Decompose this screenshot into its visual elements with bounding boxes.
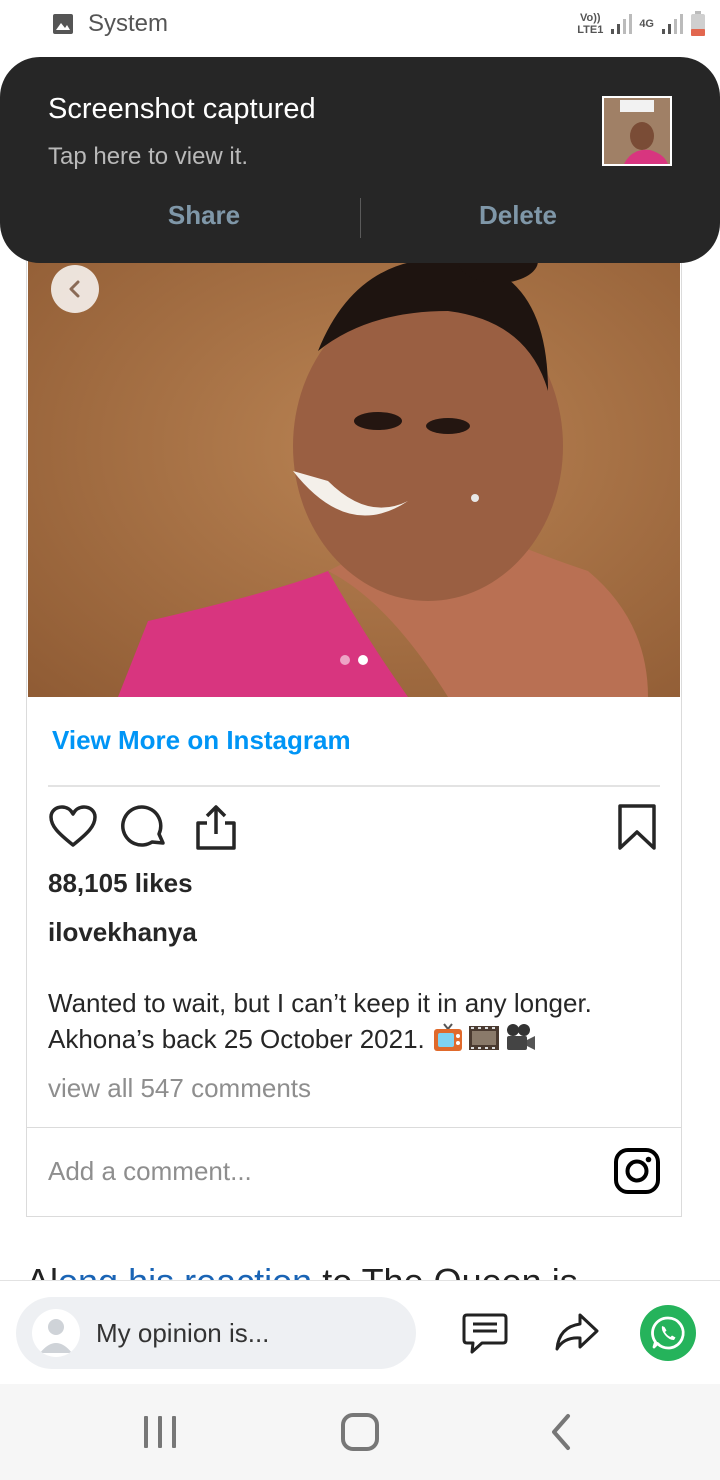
back-icon[interactable] xyxy=(538,1410,586,1454)
delete-button[interactable]: Delete xyxy=(348,200,688,231)
carousel-prev-button[interactable] xyxy=(51,265,99,313)
article-text: Al xyxy=(26,1262,58,1280)
thumbnail-image xyxy=(604,98,670,164)
bookmark-icon[interactable] xyxy=(617,803,657,851)
carousel-dots xyxy=(340,655,368,665)
signal-icon xyxy=(611,14,633,34)
avatar xyxy=(32,1309,80,1357)
whatsapp-button[interactable] xyxy=(640,1305,696,1361)
status-bar: System Vo)) LTE1 4G xyxy=(0,0,720,50)
tv-icon xyxy=(434,1023,463,1051)
carousel-dot xyxy=(340,655,350,665)
forward-share-icon[interactable] xyxy=(552,1307,602,1357)
notification-title: Screenshot captured xyxy=(48,93,316,125)
view-comments-link[interactable]: view all 547 comments xyxy=(48,1073,311,1104)
divider xyxy=(48,785,660,787)
recent-apps-icon[interactable] xyxy=(136,1410,184,1454)
instagram-logo-icon[interactable] xyxy=(613,1147,661,1195)
share-button[interactable]: Share xyxy=(34,200,374,231)
movie-camera-icon xyxy=(507,1024,536,1050)
heart-icon[interactable] xyxy=(48,803,98,851)
image-icon xyxy=(53,14,73,34)
signal-icon xyxy=(662,14,683,34)
user-icon xyxy=(40,1319,72,1353)
system-nav-bar xyxy=(0,1384,720,1480)
carousel-dot-active xyxy=(358,655,368,665)
screenshot-thumbnail[interactable] xyxy=(602,96,672,166)
article-link[interactable]: ong his reaction xyxy=(58,1262,312,1280)
opinion-placeholder: My opinion is... xyxy=(96,1317,270,1348)
status-app-name: System xyxy=(88,10,169,37)
opinion-input[interactable]: My opinion is... xyxy=(16,1297,416,1369)
comment-icon[interactable] xyxy=(121,803,169,851)
add-comment-input[interactable]: Add a comment... xyxy=(48,1156,252,1187)
article-text: to The Queen is xyxy=(312,1262,578,1280)
post-image xyxy=(28,241,680,697)
screenshot-notification[interactable]: Screenshot captured Tap here to view it.… xyxy=(0,57,720,263)
instagram-embed: View More on Instagram 88,105 likes ilov… xyxy=(26,240,682,1217)
notification-subtitle[interactable]: Tap here to view it. xyxy=(48,143,248,171)
status-indicators: Vo)) LTE1 4G xyxy=(577,8,706,40)
post-username[interactable]: ilovekhanya xyxy=(48,917,197,948)
film-frames-icon xyxy=(469,1026,500,1050)
whatsapp-icon xyxy=(651,1316,685,1350)
battery-icon xyxy=(691,11,705,36)
chevron-left-icon xyxy=(69,280,80,298)
caption-emoji xyxy=(432,1022,536,1054)
view-more-link[interactable]: View More on Instagram xyxy=(52,725,351,756)
comment-bar: My opinion is... xyxy=(0,1280,720,1385)
post-photo[interactable] xyxy=(28,241,680,697)
likes-count: 88,105 likes xyxy=(48,868,193,898)
sim1-label: Vo)) LTE1 xyxy=(577,12,604,36)
divider xyxy=(27,1127,681,1128)
post-caption: Wanted to wait, but I can’t keep it in a… xyxy=(48,985,668,1057)
home-icon[interactable] xyxy=(336,1410,384,1454)
sim2-label: 4G xyxy=(639,18,654,30)
article-text-snippet: Along his reaction to The Queen is xyxy=(26,1262,578,1280)
comments-icon[interactable] xyxy=(460,1307,510,1357)
share-icon[interactable] xyxy=(193,803,239,851)
